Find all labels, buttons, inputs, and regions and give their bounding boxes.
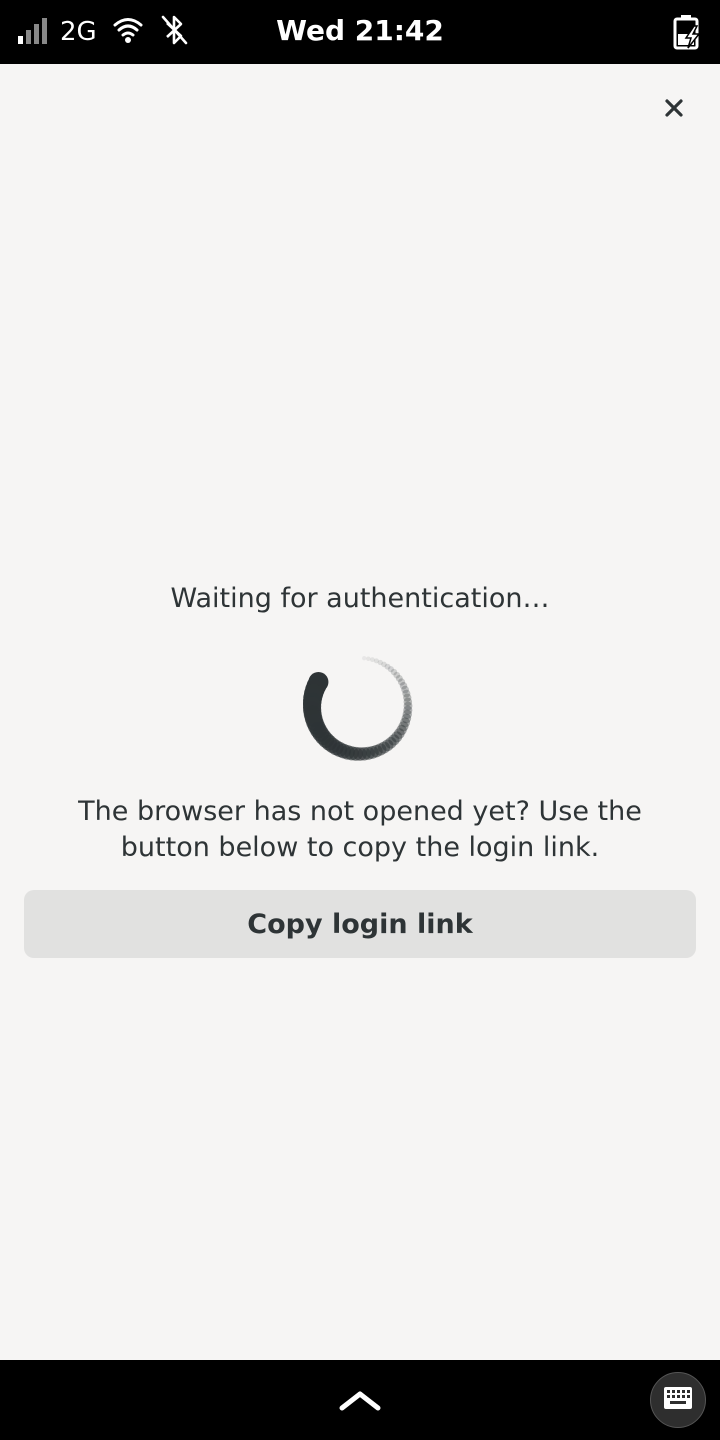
status-clock: Wed 21:42 — [276, 14, 444, 47]
battery-charging-icon — [672, 14, 702, 54]
keyboard-icon — [663, 1386, 693, 1414]
chevron-up-icon[interactable] — [336, 1382, 384, 1418]
copy-login-link-label: Copy login link — [247, 908, 473, 940]
waiting-status-text: Waiting for authentication… — [170, 583, 550, 614]
loading-spinner — [302, 649, 417, 763]
screen: 2G Wed 21:42 Waiting for authentication…… — [0, 0, 720, 1440]
bottom-bar — [0, 1360, 720, 1440]
browser-hint-text: The browser has not opened yet? Use the … — [78, 796, 642, 863]
status-bar: 2G Wed 21:42 — [0, 0, 720, 64]
keyboard-toggle-button[interactable] — [650, 1372, 706, 1428]
close-icon — [664, 98, 684, 122]
close-button[interactable] — [652, 88, 696, 132]
copy-login-link-button[interactable]: Copy login link — [24, 890, 696, 958]
